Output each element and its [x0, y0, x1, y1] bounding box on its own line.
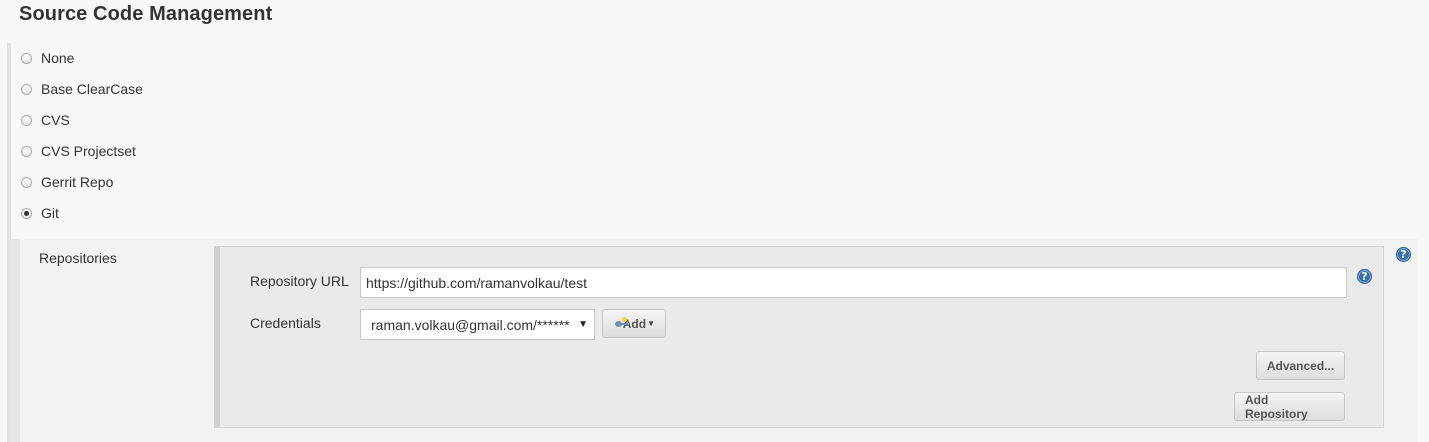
radio-button[interactable] — [21, 83, 32, 95]
advanced-button[interactable]: Advanced... — [1256, 351, 1345, 380]
radio-label: Gerrit Repo — [41, 174, 114, 190]
radio-option-base-clearcase[interactable]: Base ClearCase — [21, 79, 143, 99]
radio-option-git[interactable]: Git — [21, 203, 59, 223]
repositories-label: Repositories — [39, 250, 117, 266]
help-icon[interactable]: ? — [1396, 247, 1411, 262]
repository-url-label: Repository URL — [250, 273, 349, 289]
radio-label: CVS — [41, 112, 70, 128]
help-icon[interactable]: ? — [1357, 269, 1372, 284]
chevron-down-icon: ▼ — [647, 319, 655, 328]
credentials-select[interactable]: raman.volkau@gmail.com/****** ▼ — [360, 309, 595, 340]
repository-url-input[interactable] — [360, 267, 1347, 298]
credentials-selected-value: raman.volkau@gmail.com/****** — [371, 316, 570, 333]
radio-option-cvs[interactable]: CVS — [21, 110, 70, 130]
radio-option-cvs-projectset[interactable]: CVS Projectset — [21, 141, 136, 161]
radio-label: Git — [41, 205, 59, 221]
radio-button[interactable] — [21, 176, 32, 188]
radio-button[interactable] — [21, 114, 32, 126]
radio-option-gerrit-repo[interactable]: Gerrit Repo — [21, 172, 113, 192]
radio-option-none[interactable]: None — [21, 48, 74, 68]
add-repository-button[interactable]: Add Repository — [1234, 392, 1345, 421]
radio-label: Base ClearCase — [41, 81, 143, 97]
scm-page: Source Code Management None Base ClearCa… — [0, 0, 1429, 442]
chevron-down-icon: ▼ — [578, 319, 588, 330]
radio-button[interactable] — [21, 145, 32, 157]
radio-label: None — [41, 50, 75, 66]
git-config-stripe — [11, 239, 20, 442]
credentials-label: Credentials — [250, 315, 321, 331]
key-icon — [615, 316, 629, 329]
section-title: Source Code Management — [19, 3, 273, 25]
radio-button[interactable] — [21, 52, 32, 64]
add-credentials-button[interactable]: Add ▼ — [602, 309, 666, 338]
radio-button-selected[interactable] — [21, 207, 32, 219]
radio-label: CVS Projectset — [41, 143, 136, 159]
